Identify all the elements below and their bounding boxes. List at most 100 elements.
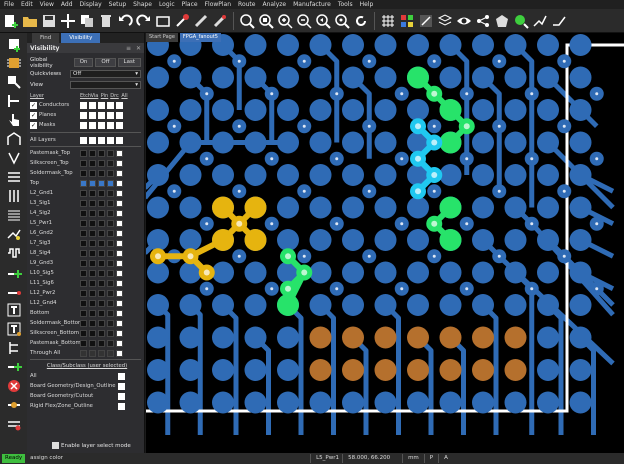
layer-toggle[interactable] [80,279,87,287]
subclass-toggle[interactable] [118,402,125,410]
layer-toggle[interactable] [80,209,87,217]
layer-toggle[interactable] [89,259,96,267]
layer-toggle[interactable] [98,229,105,237]
panel-close-icon[interactable]: ✕ [136,45,141,52]
layer-toggle[interactable] [107,199,114,207]
layer-toggle[interactable] [80,189,87,197]
layer-toggle[interactable] [107,329,114,337]
layer-toggle[interactable] [89,229,96,237]
text-icon[interactable] [3,301,25,319]
fanout-icon[interactable] [3,149,25,167]
auto-route-icon[interactable] [3,225,25,243]
etch-toggle[interactable] [80,111,87,119]
zoom-world-icon[interactable] [512,12,530,30]
etch-toggle[interactable] [116,121,123,129]
etch-toggle[interactable] [80,121,87,129]
layer-toggle[interactable] [107,239,114,247]
layer-toggle[interactable] [89,329,96,337]
layer-toggle[interactable] [107,269,114,277]
layer-toggle[interactable] [89,169,96,177]
layer-toggle[interactable] [107,209,114,217]
slide-icon[interactable] [550,12,568,30]
layer-toggle[interactable] [89,279,96,287]
layer-toggle[interactable] [98,179,105,187]
layer-toggle[interactable] [116,149,123,157]
menu-item[interactable]: Shape [133,0,152,9]
layer-toggle[interactable] [89,299,96,307]
tab-find[interactable]: Find [32,33,60,43]
layer-toggle[interactable] [107,189,114,197]
place-manual-icon[interactable] [3,73,25,91]
layer-toggle[interactable] [98,149,105,157]
layer-toggle[interactable] [98,249,105,257]
layer-toggle[interactable] [107,179,114,187]
menu-item[interactable]: Setup [109,0,126,9]
subclass-toggle[interactable] [118,392,125,400]
add-shape-icon[interactable] [3,358,25,376]
panel-menu-icon[interactable]: ≡ [126,45,131,52]
layer-toggle[interactable] [116,299,123,307]
layer-toggle[interactable] [80,199,87,207]
layer-toggle[interactable] [116,209,123,217]
merge-shape-icon[interactable] [3,415,25,433]
etch-toggle[interactable] [107,111,114,119]
group-checkbox[interactable]: ✓ [30,111,37,119]
edit-line-icon[interactable] [3,282,25,300]
group-checkbox[interactable]: ✓ [30,101,37,109]
etch-toggle[interactable] [98,121,105,129]
menu-item[interactable]: View [40,0,54,9]
etch-toggle[interactable] [98,111,105,119]
move-icon[interactable] [59,12,77,30]
stack-route-icon[interactable] [3,206,25,224]
pin-icon[interactable] [173,12,191,30]
layer-toggle[interactable] [116,279,123,287]
layer-toggle[interactable] [80,159,87,167]
slide-route-icon[interactable] [3,130,25,148]
tab-fpga-fanout5[interactable]: FPGA_fanout5 [179,33,221,42]
layer-toggle[interactable] [80,349,87,357]
layer-toggle[interactable] [107,339,114,347]
delete-shape-icon[interactable] [3,377,25,395]
menu-item[interactable]: Add [61,0,73,9]
layer-toggle[interactable] [107,349,114,357]
layer-toggle[interactable] [89,159,96,167]
layer-toggle[interactable] [98,159,105,167]
all-layers-toggle[interactable] [98,136,105,144]
probe-icon[interactable] [192,12,210,30]
layer-toggle[interactable] [89,219,96,227]
subclass-toggle[interactable] [118,372,125,380]
layer-toggle[interactable] [89,149,96,157]
menu-item[interactable]: Logic [159,0,175,9]
add-pin-icon[interactable] [3,35,25,53]
edit-shape-icon[interactable] [3,396,25,414]
layer-toggle[interactable] [98,299,105,307]
pointer-hand-icon[interactable] [3,111,25,129]
layer-toggle[interactable] [98,289,105,297]
tab-start-page[interactable]: Start Page [146,33,178,42]
menu-item[interactable]: Display [80,0,102,9]
etch-toggle[interactable] [98,101,105,109]
layer-toggle[interactable] [89,319,96,327]
layer-toggle[interactable] [116,339,123,347]
layer-toggle[interactable] [116,229,123,237]
layer-toggle[interactable] [116,309,123,317]
zoom-center-icon[interactable] [333,12,351,30]
quickviews-select[interactable]: Off ▾ [70,69,141,78]
layer-toggle[interactable] [80,179,87,187]
layer-toggle[interactable] [116,199,123,207]
layer-toggle[interactable] [116,259,123,267]
hierarchy-icon[interactable] [3,339,25,357]
layer-toggle[interactable] [80,289,87,297]
layer-toggle[interactable] [116,349,123,357]
shadow-icon[interactable] [417,12,435,30]
pentagon-icon[interactable] [493,12,511,30]
layer-toggle[interactable] [116,159,123,167]
shape-icon[interactable] [154,12,172,30]
layer-toggle[interactable] [116,189,123,197]
color-icon[interactable] [398,12,416,30]
layer-toggle[interactable] [107,149,114,157]
copy-icon[interactable] [78,12,96,30]
layer-toggle[interactable] [107,279,114,287]
etch-toggle[interactable] [107,121,114,129]
layer-toggle[interactable] [116,269,123,277]
